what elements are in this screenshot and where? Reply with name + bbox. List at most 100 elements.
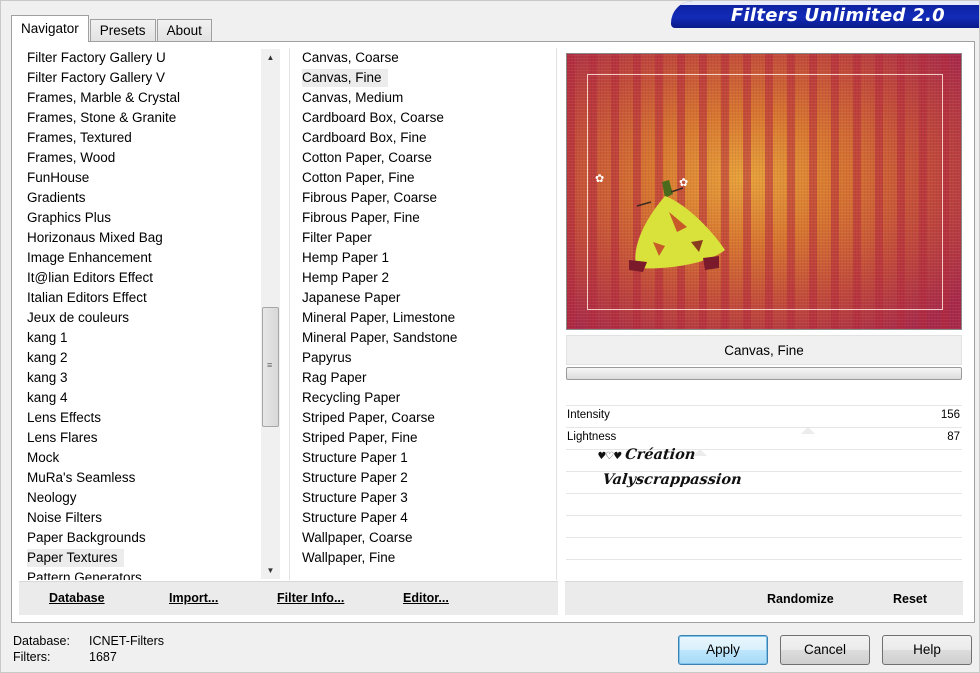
category-item[interactable]: MuRa's Seamless bbox=[19, 468, 261, 488]
empty-param-row bbox=[566, 493, 962, 515]
filter-item[interactable]: Hemp Paper 2 bbox=[290, 268, 556, 288]
filter-list[interactable]: Canvas, Coarse Canvas, Fine Canvas, Medium… bbox=[289, 48, 557, 580]
category-item[interactable]: Frames, Stone & Granite bbox=[19, 108, 261, 128]
param-label: Intensity bbox=[567, 409, 610, 421]
title-banner: Filters Unlimited 2.0 bbox=[671, 1, 979, 28]
param-value: 156 bbox=[940, 409, 960, 421]
filter-label: Striped Paper, Fine bbox=[302, 430, 418, 445]
filter-item[interactable]: Wallpaper, Coarse bbox=[290, 528, 556, 548]
filter-label: Rag Paper bbox=[302, 370, 367, 385]
cancel-button[interactable]: Cancel bbox=[780, 635, 870, 665]
randomize-button[interactable]: Randomize bbox=[767, 592, 834, 606]
apply-button[interactable]: Apply bbox=[678, 635, 768, 665]
status-area: Database: ICNET-Filters Filters: 1687 bbox=[13, 633, 164, 665]
category-label: Pattern Generators bbox=[27, 570, 142, 580]
filter-item[interactable]: Filter Paper bbox=[290, 228, 556, 248]
category-label: kang 4 bbox=[27, 390, 68, 405]
category-label: kang 1 bbox=[27, 330, 68, 345]
category-item[interactable]: kang 1 bbox=[19, 328, 261, 348]
category-item[interactable]: Graphics Plus bbox=[19, 208, 261, 228]
filter-item[interactable]: Cardboard Box, Fine bbox=[290, 128, 556, 148]
param-row-intensity[interactable]: Intensity 156 bbox=[566, 405, 962, 434]
database-button[interactable]: Database bbox=[49, 591, 105, 605]
category-item[interactable]: Filter Factory Gallery U bbox=[19, 48, 261, 68]
category-item[interactable]: Frames, Wood bbox=[19, 148, 261, 168]
category-item[interactable]: Image Enhancement bbox=[19, 248, 261, 268]
category-item[interactable]: Gradients bbox=[19, 188, 261, 208]
filter-item[interactable]: Recycling Paper bbox=[290, 388, 556, 408]
category-item[interactable]: Pattern Generators bbox=[19, 568, 261, 580]
category-label: Filter Factory Gallery U bbox=[27, 50, 166, 65]
filter-item[interactable]: Structure Paper 2 bbox=[290, 468, 556, 488]
editor-button[interactable]: Editor... bbox=[403, 591, 449, 605]
filter-item[interactable]: Structure Paper 3 bbox=[290, 488, 556, 508]
filter-label: Cardboard Box, Fine bbox=[302, 130, 427, 145]
category-item[interactable]: Neology bbox=[19, 488, 261, 508]
category-item[interactable]: kang 2 bbox=[19, 348, 261, 368]
category-item[interactable]: Italian Editors Effect bbox=[19, 288, 261, 308]
scroll-up-arrow-icon[interactable]: ▲ bbox=[261, 49, 280, 66]
hearts-icon: ♥♡♥ bbox=[596, 451, 622, 462]
grip-icon: ≡ bbox=[267, 360, 273, 370]
filter-item[interactable]: Mineral Paper, Sandstone bbox=[290, 328, 556, 348]
filter-item[interactable]: Papyrus bbox=[290, 348, 556, 368]
category-item[interactable]: It@lian Editors Effect bbox=[19, 268, 261, 288]
watermark-signature: ♥♡♥ Création Valyscrappassion bbox=[593, 443, 745, 491]
filter-item[interactable]: Striped Paper, Fine bbox=[290, 428, 556, 448]
filter-item[interactable]: Mineral Paper, Limestone bbox=[290, 308, 556, 328]
filter-item[interactable]: Cotton Paper, Coarse bbox=[290, 148, 556, 168]
category-label: Frames, Wood bbox=[27, 150, 116, 165]
category-label: Frames, Stone & Granite bbox=[27, 110, 177, 125]
app-title: Filters Unlimited 2.0 bbox=[730, 5, 945, 26]
category-label: Gradients bbox=[27, 190, 86, 205]
param-label: Lightness bbox=[567, 431, 617, 443]
category-list[interactable]: Filter Factory Gallery U Filter Factory G… bbox=[19, 48, 261, 580]
category-item[interactable]: Frames, Marble & Crystal bbox=[19, 88, 261, 108]
filter-item[interactable]: Fibrous Paper, Fine bbox=[290, 208, 556, 228]
tab-navigator[interactable]: Navigator bbox=[11, 15, 89, 42]
category-item[interactable]: Jeux de couleurs bbox=[19, 308, 261, 328]
filter-item[interactable]: Canvas, Coarse bbox=[290, 48, 556, 68]
category-item[interactable]: Paper Textures bbox=[19, 548, 261, 568]
filter-item[interactable]: Cardboard Box, Coarse bbox=[290, 108, 556, 128]
scroll-thumb[interactable]: ≡ bbox=[262, 307, 279, 427]
filter-item[interactable]: Japanese Paper bbox=[290, 288, 556, 308]
filter-item[interactable]: Structure Paper 4 bbox=[290, 508, 556, 528]
filter-item[interactable]: Wallpaper, Fine bbox=[290, 548, 556, 568]
filter-item[interactable]: Hemp Paper 1 bbox=[290, 248, 556, 268]
filter-info-button[interactable]: Filter Info... bbox=[277, 591, 344, 605]
category-label: Filter Factory Gallery V bbox=[27, 70, 166, 85]
category-item[interactable]: Lens Flares bbox=[19, 428, 261, 448]
category-label: MuRa's Seamless bbox=[27, 470, 136, 485]
category-item[interactable]: Filter Factory Gallery V bbox=[19, 68, 261, 88]
filter-item[interactable]: Canvas, Medium bbox=[290, 88, 556, 108]
filter-item[interactable]: Striped Paper, Coarse bbox=[290, 408, 556, 428]
filter-item[interactable]: Canvas, Fine bbox=[290, 68, 556, 88]
filter-item[interactable]: Rag Paper bbox=[290, 368, 556, 388]
filter-label: Hemp Paper 1 bbox=[302, 250, 390, 265]
tab-presets[interactable]: Presets bbox=[89, 19, 156, 42]
category-item[interactable]: Mock bbox=[19, 448, 261, 468]
filter-item[interactable]: Cotton Paper, Fine bbox=[290, 168, 556, 188]
category-item[interactable]: Horizonaus Mixed Bag bbox=[19, 228, 261, 248]
reset-button[interactable]: Reset bbox=[893, 592, 927, 606]
filter-item[interactable]: Structure Paper 1 bbox=[290, 448, 556, 468]
category-item[interactable]: kang 4 bbox=[19, 388, 261, 408]
help-button[interactable]: Help bbox=[882, 635, 972, 665]
right-toolbar: Randomize Reset bbox=[565, 581, 963, 615]
status-filters-value: 1687 bbox=[89, 650, 117, 664]
category-item[interactable]: Noise Filters bbox=[19, 508, 261, 528]
category-scrollbar[interactable]: ▲ ≡ ▼ bbox=[261, 49, 280, 579]
category-item[interactable]: Frames, Textured bbox=[19, 128, 261, 148]
filter-label: Mineral Paper, Sandstone bbox=[302, 330, 458, 345]
category-item[interactable]: Lens Effects bbox=[19, 408, 261, 428]
scroll-down-arrow-icon[interactable]: ▼ bbox=[261, 562, 280, 579]
import-button[interactable]: Import... bbox=[169, 591, 218, 605]
filter-label: Structure Paper 2 bbox=[302, 470, 408, 485]
left-toolbar: Database Import... Filter Info... Editor… bbox=[19, 581, 558, 615]
filter-item[interactable]: Fibrous Paper, Coarse bbox=[290, 188, 556, 208]
category-item[interactable]: Paper Backgrounds bbox=[19, 528, 261, 548]
category-item[interactable]: kang 3 bbox=[19, 368, 261, 388]
category-item[interactable]: FunHouse bbox=[19, 168, 261, 188]
tab-about[interactable]: About bbox=[156, 19, 212, 42]
